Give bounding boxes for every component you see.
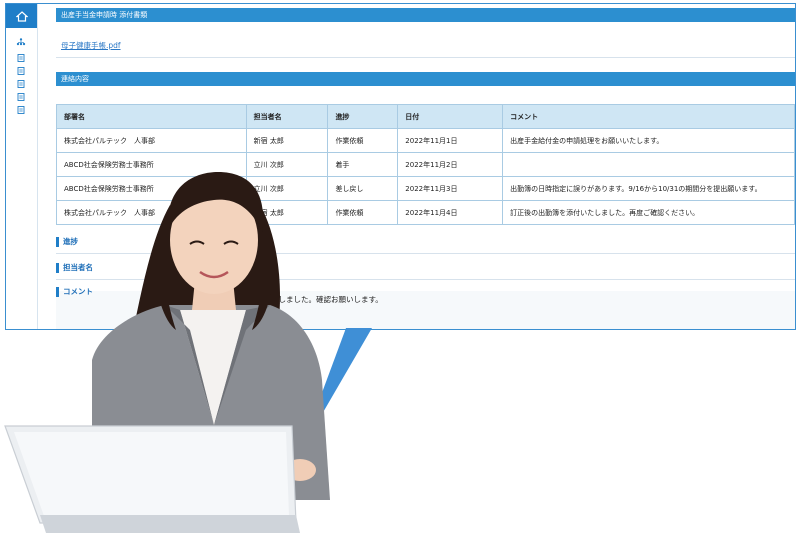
woman-with-laptop-image xyxy=(4,172,330,533)
